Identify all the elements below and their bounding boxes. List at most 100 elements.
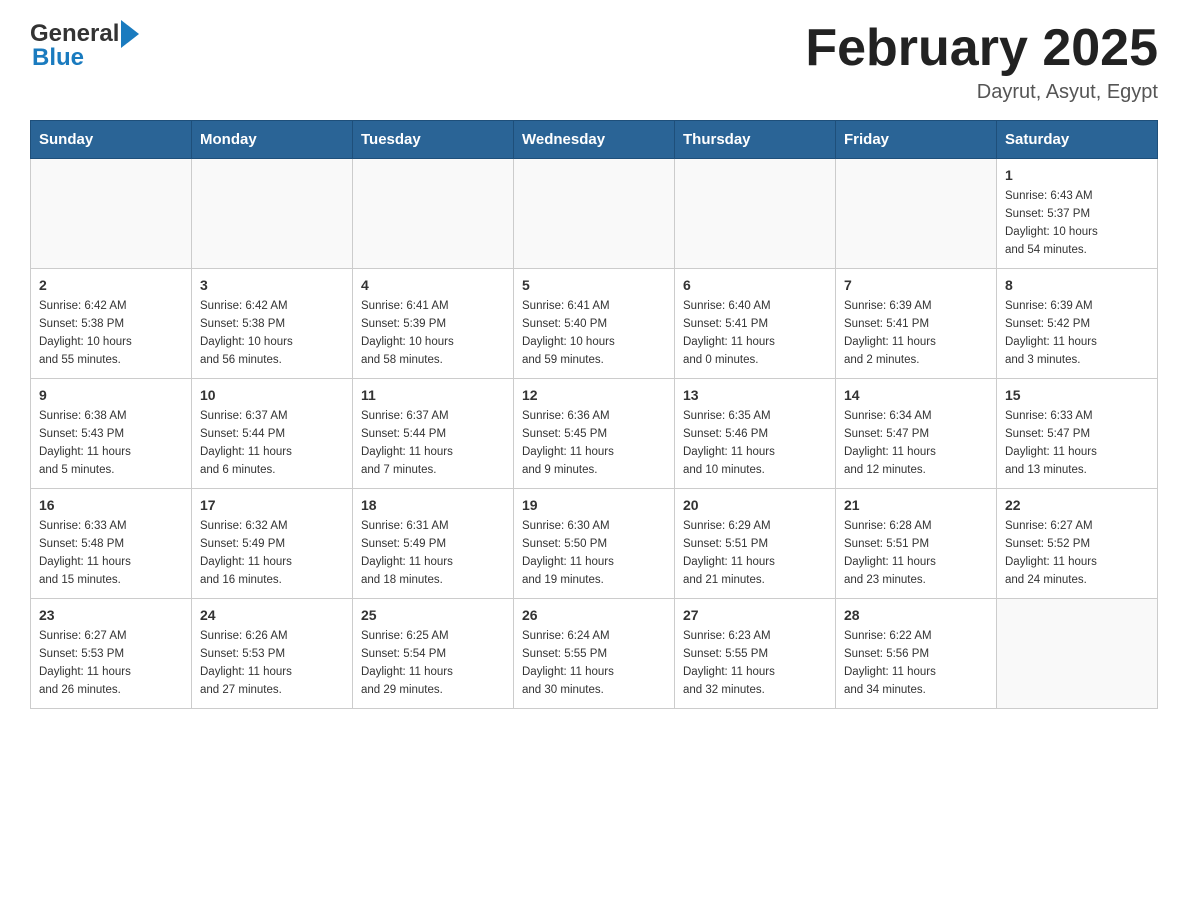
day-of-week-header: Thursday xyxy=(675,121,836,159)
calendar-cell: 25Sunrise: 6:25 AMSunset: 5:54 PMDayligh… xyxy=(353,599,514,709)
day-of-week-header: Tuesday xyxy=(353,121,514,159)
day-number: 24 xyxy=(200,605,344,626)
day-info: Sunrise: 6:38 AMSunset: 5:43 PMDaylight:… xyxy=(39,408,183,479)
day-info: Sunrise: 6:39 AMSunset: 5:41 PMDaylight:… xyxy=(844,298,988,369)
day-of-week-header: Monday xyxy=(192,121,353,159)
calendar-cell xyxy=(836,159,997,269)
calendar-cell: 15Sunrise: 6:33 AMSunset: 5:47 PMDayligh… xyxy=(997,379,1158,489)
day-info: Sunrise: 6:29 AMSunset: 5:51 PMDaylight:… xyxy=(683,518,827,589)
calendar-cell: 11Sunrise: 6:37 AMSunset: 5:44 PMDayligh… xyxy=(353,379,514,489)
day-number: 25 xyxy=(361,605,505,626)
day-number: 23 xyxy=(39,605,183,626)
calendar-cell: 22Sunrise: 6:27 AMSunset: 5:52 PMDayligh… xyxy=(997,489,1158,599)
day-info: Sunrise: 6:42 AMSunset: 5:38 PMDaylight:… xyxy=(39,298,183,369)
day-info: Sunrise: 6:35 AMSunset: 5:46 PMDaylight:… xyxy=(683,408,827,479)
day-info: Sunrise: 6:41 AMSunset: 5:40 PMDaylight:… xyxy=(522,298,666,369)
day-info: Sunrise: 6:33 AMSunset: 5:48 PMDaylight:… xyxy=(39,518,183,589)
calendar-cell: 4Sunrise: 6:41 AMSunset: 5:39 PMDaylight… xyxy=(353,269,514,379)
day-number: 27 xyxy=(683,605,827,626)
day-number: 5 xyxy=(522,275,666,296)
day-number: 3 xyxy=(200,275,344,296)
calendar-week-row: 16Sunrise: 6:33 AMSunset: 5:48 PMDayligh… xyxy=(31,489,1158,599)
day-info: Sunrise: 6:31 AMSunset: 5:49 PMDaylight:… xyxy=(361,518,505,589)
day-number: 12 xyxy=(522,385,666,406)
day-of-week-header: Sunday xyxy=(31,121,192,159)
day-number: 22 xyxy=(1005,495,1149,516)
calendar-table: SundayMondayTuesdayWednesdayThursdayFrid… xyxy=(30,120,1158,709)
calendar-subtitle: Dayrut, Asyut, Egypt xyxy=(805,81,1158,104)
logo: General Blue xyxy=(30,20,139,72)
calendar-cell: 21Sunrise: 6:28 AMSunset: 5:51 PMDayligh… xyxy=(836,489,997,599)
day-info: Sunrise: 6:28 AMSunset: 5:51 PMDaylight:… xyxy=(844,518,988,589)
calendar-cell: 5Sunrise: 6:41 AMSunset: 5:40 PMDaylight… xyxy=(514,269,675,379)
day-number: 10 xyxy=(200,385,344,406)
calendar-cell xyxy=(514,159,675,269)
calendar-cell: 8Sunrise: 6:39 AMSunset: 5:42 PMDaylight… xyxy=(997,269,1158,379)
day-number: 26 xyxy=(522,605,666,626)
day-number: 7 xyxy=(844,275,988,296)
day-info: Sunrise: 6:24 AMSunset: 5:55 PMDaylight:… xyxy=(522,628,666,699)
calendar-cell: 27Sunrise: 6:23 AMSunset: 5:55 PMDayligh… xyxy=(675,599,836,709)
day-of-week-header: Friday xyxy=(836,121,997,159)
calendar-cell xyxy=(192,159,353,269)
calendar-cell: 26Sunrise: 6:24 AMSunset: 5:55 PMDayligh… xyxy=(514,599,675,709)
day-number: 19 xyxy=(522,495,666,516)
logo-blue-text: Blue xyxy=(32,44,139,72)
calendar-cell: 24Sunrise: 6:26 AMSunset: 5:53 PMDayligh… xyxy=(192,599,353,709)
calendar-cell: 18Sunrise: 6:31 AMSunset: 5:49 PMDayligh… xyxy=(353,489,514,599)
calendar-week-row: 2Sunrise: 6:42 AMSunset: 5:38 PMDaylight… xyxy=(31,269,1158,379)
calendar-cell: 16Sunrise: 6:33 AMSunset: 5:48 PMDayligh… xyxy=(31,489,192,599)
calendar-cell: 12Sunrise: 6:36 AMSunset: 5:45 PMDayligh… xyxy=(514,379,675,489)
day-info: Sunrise: 6:25 AMSunset: 5:54 PMDaylight:… xyxy=(361,628,505,699)
day-info: Sunrise: 6:43 AMSunset: 5:37 PMDaylight:… xyxy=(1005,188,1149,259)
calendar-cell: 14Sunrise: 6:34 AMSunset: 5:47 PMDayligh… xyxy=(836,379,997,489)
calendar-cell: 10Sunrise: 6:37 AMSunset: 5:44 PMDayligh… xyxy=(192,379,353,489)
day-number: 6 xyxy=(683,275,827,296)
day-info: Sunrise: 6:22 AMSunset: 5:56 PMDaylight:… xyxy=(844,628,988,699)
calendar-cell xyxy=(997,599,1158,709)
day-info: Sunrise: 6:41 AMSunset: 5:39 PMDaylight:… xyxy=(361,298,505,369)
calendar-cell: 28Sunrise: 6:22 AMSunset: 5:56 PMDayligh… xyxy=(836,599,997,709)
calendar-cell: 13Sunrise: 6:35 AMSunset: 5:46 PMDayligh… xyxy=(675,379,836,489)
day-info: Sunrise: 6:27 AMSunset: 5:52 PMDaylight:… xyxy=(1005,518,1149,589)
calendar-cell xyxy=(353,159,514,269)
day-number: 21 xyxy=(844,495,988,516)
page-header: General Blue February 2025 Dayrut, Asyut… xyxy=(30,20,1158,104)
calendar-cell xyxy=(675,159,836,269)
day-info: Sunrise: 6:40 AMSunset: 5:41 PMDaylight:… xyxy=(683,298,827,369)
day-info: Sunrise: 6:23 AMSunset: 5:55 PMDaylight:… xyxy=(683,628,827,699)
day-info: Sunrise: 6:33 AMSunset: 5:47 PMDaylight:… xyxy=(1005,408,1149,479)
calendar-cell: 3Sunrise: 6:42 AMSunset: 5:38 PMDaylight… xyxy=(192,269,353,379)
title-block: February 2025 Dayrut, Asyut, Egypt xyxy=(805,20,1158,104)
day-header-row: SundayMondayTuesdayWednesdayThursdayFrid… xyxy=(31,121,1158,159)
day-info: Sunrise: 6:42 AMSunset: 5:38 PMDaylight:… xyxy=(200,298,344,369)
day-number: 11 xyxy=(361,385,505,406)
calendar-cell: 2Sunrise: 6:42 AMSunset: 5:38 PMDaylight… xyxy=(31,269,192,379)
calendar-cell: 1Sunrise: 6:43 AMSunset: 5:37 PMDaylight… xyxy=(997,159,1158,269)
calendar-cell: 23Sunrise: 6:27 AMSunset: 5:53 PMDayligh… xyxy=(31,599,192,709)
calendar-week-row: 23Sunrise: 6:27 AMSunset: 5:53 PMDayligh… xyxy=(31,599,1158,709)
day-number: 15 xyxy=(1005,385,1149,406)
day-number: 28 xyxy=(844,605,988,626)
day-info: Sunrise: 6:37 AMSunset: 5:44 PMDaylight:… xyxy=(361,408,505,479)
day-number: 18 xyxy=(361,495,505,516)
day-info: Sunrise: 6:34 AMSunset: 5:47 PMDaylight:… xyxy=(844,408,988,479)
day-info: Sunrise: 6:37 AMSunset: 5:44 PMDaylight:… xyxy=(200,408,344,479)
day-info: Sunrise: 6:27 AMSunset: 5:53 PMDaylight:… xyxy=(39,628,183,699)
day-of-week-header: Saturday xyxy=(997,121,1158,159)
day-info: Sunrise: 6:26 AMSunset: 5:53 PMDaylight:… xyxy=(200,628,344,699)
day-info: Sunrise: 6:30 AMSunset: 5:50 PMDaylight:… xyxy=(522,518,666,589)
day-number: 17 xyxy=(200,495,344,516)
day-number: 14 xyxy=(844,385,988,406)
day-of-week-header: Wednesday xyxy=(514,121,675,159)
calendar-cell: 20Sunrise: 6:29 AMSunset: 5:51 PMDayligh… xyxy=(675,489,836,599)
calendar-cell: 6Sunrise: 6:40 AMSunset: 5:41 PMDaylight… xyxy=(675,269,836,379)
calendar-cell: 7Sunrise: 6:39 AMSunset: 5:41 PMDaylight… xyxy=(836,269,997,379)
day-number: 9 xyxy=(39,385,183,406)
calendar-title: February 2025 xyxy=(805,20,1158,77)
day-number: 20 xyxy=(683,495,827,516)
day-number: 8 xyxy=(1005,275,1149,296)
day-number: 13 xyxy=(683,385,827,406)
calendar-week-row: 9Sunrise: 6:38 AMSunset: 5:43 PMDaylight… xyxy=(31,379,1158,489)
calendar-body: 1Sunrise: 6:43 AMSunset: 5:37 PMDaylight… xyxy=(31,159,1158,709)
